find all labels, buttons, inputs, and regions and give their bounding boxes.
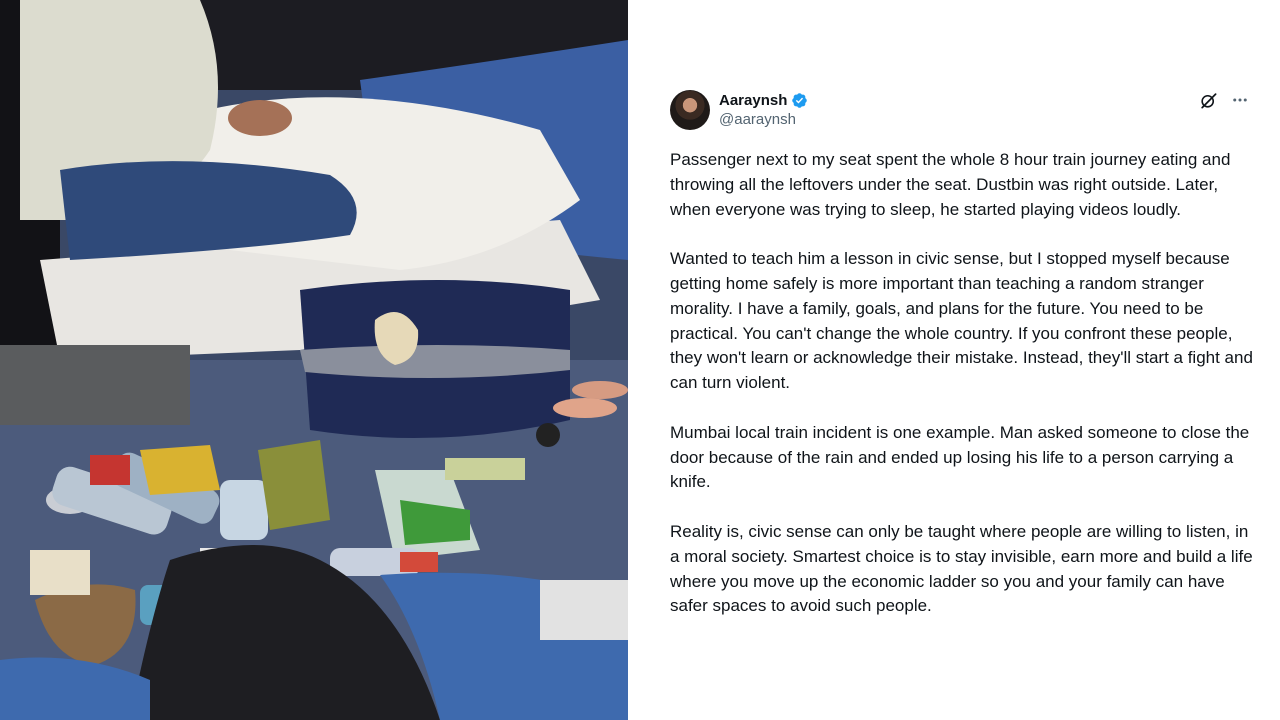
post-paragraph-2: Wanted to teach him a lesson in civic se… bbox=[670, 249, 1253, 393]
post-paragraph-3: Mumbai local train incident is one examp… bbox=[670, 422, 1250, 492]
screen: Aaraynsh @aaraynsh Passenger next to my … bbox=[0, 0, 1280, 720]
avatar[interactable] bbox=[670, 90, 710, 130]
more-icon[interactable] bbox=[1230, 90, 1250, 110]
post-paragraph-4: Reality is, civic sense can only be taug… bbox=[670, 521, 1253, 616]
post-text: Passenger next to my seat spent the whol… bbox=[670, 148, 1260, 619]
verified-badge-icon bbox=[791, 92, 808, 109]
attached-photo[interactable] bbox=[0, 0, 628, 720]
grok-slash-icon[interactable] bbox=[1198, 90, 1218, 110]
author-handle[interactable]: @aaraynsh bbox=[719, 110, 808, 129]
author-display-name[interactable]: Aaraynsh bbox=[719, 91, 787, 110]
post-actions bbox=[1198, 90, 1250, 110]
author-block: Aaraynsh @aaraynsh bbox=[719, 91, 808, 129]
name-row: Aaraynsh bbox=[719, 91, 808, 110]
post-paragraph-1: Passenger next to my seat spent the whol… bbox=[670, 150, 1231, 219]
post-card: Aaraynsh @aaraynsh Passenger next to my … bbox=[628, 0, 1280, 720]
post-header: Aaraynsh @aaraynsh bbox=[670, 88, 1280, 132]
train-litter-photo bbox=[0, 0, 628, 720]
